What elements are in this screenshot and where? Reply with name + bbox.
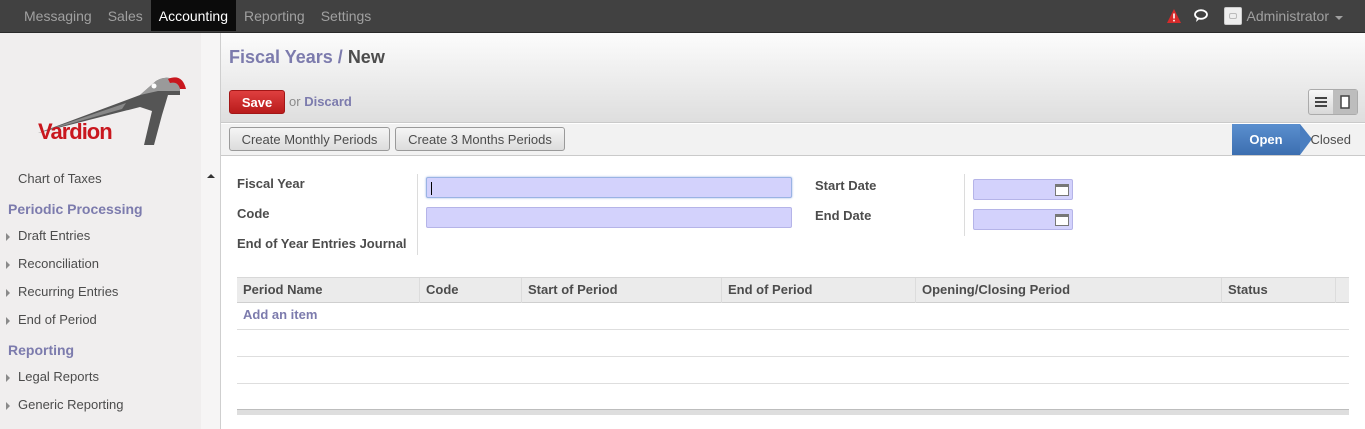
sidebar-item-end-of-period[interactable]: End of Period bbox=[6, 312, 97, 327]
sidebar-section-reporting: Reporting bbox=[8, 342, 75, 358]
sidebar-item-generic-reporting[interactable]: Generic Reporting bbox=[6, 397, 124, 412]
sidebar-item-legal-reports[interactable]: Legal Reports bbox=[6, 369, 99, 384]
calendar-icon[interactable] bbox=[1055, 214, 1069, 226]
caret-right-icon bbox=[6, 374, 10, 382]
caret-right-icon bbox=[6, 402, 10, 410]
create-3-months-periods-button[interactable]: Create 3 Months Periods bbox=[395, 127, 565, 151]
sidebar-item-label: Recurring Entries bbox=[18, 284, 119, 299]
field-separator bbox=[964, 174, 965, 236]
create-monthly-periods-button[interactable]: Create Monthly Periods bbox=[229, 127, 390, 151]
column-status[interactable]: Status bbox=[1221, 278, 1335, 303]
form-view-icon[interactable] bbox=[1333, 90, 1357, 114]
column-period-name[interactable]: Period Name bbox=[237, 278, 419, 303]
main-content: Fiscal Years / New Save or Discard Creat… bbox=[221, 33, 1365, 429]
discard-link[interactable]: Discard bbox=[304, 94, 352, 109]
list-view-icon[interactable] bbox=[1309, 90, 1333, 114]
menu-sales[interactable]: Sales bbox=[100, 0, 151, 31]
code-label: Code bbox=[237, 206, 270, 221]
scroll-up-icon[interactable] bbox=[207, 174, 215, 178]
caret-right-icon bbox=[6, 261, 10, 269]
table-row: Add an item bbox=[237, 303, 1349, 330]
caret-right-icon bbox=[6, 289, 10, 297]
sidebar-item-label: Reconciliation bbox=[18, 256, 99, 271]
sidebar-item-chart-of-taxes[interactable]: Chart of Taxes bbox=[18, 171, 102, 186]
breadcrumb: Fiscal Years / New bbox=[229, 47, 385, 68]
caret-right-icon bbox=[6, 317, 10, 325]
form-statusbar: Create Monthly Periods Create 3 Months P… bbox=[221, 124, 1365, 156]
end-date-label: End Date bbox=[815, 208, 872, 223]
column-actions bbox=[1335, 278, 1349, 303]
periods-table-header: Period Name Code Start of Period End of … bbox=[237, 277, 1349, 303]
caret-right-icon bbox=[6, 233, 10, 241]
end-date-field[interactable] bbox=[973, 209, 1073, 230]
alert-icon[interactable] bbox=[1166, 8, 1182, 24]
code-field[interactable] bbox=[426, 207, 792, 228]
chat-icon[interactable] bbox=[1193, 9, 1210, 23]
table-row bbox=[237, 330, 1349, 357]
sidebar-item-recurring-entries[interactable]: Recurring Entries bbox=[6, 284, 119, 299]
page-header: Fiscal Years / New Save or Discard bbox=[221, 33, 1365, 123]
sidebar: Vardion Chart of Taxes Periodic Processi… bbox=[0, 33, 221, 429]
view-switcher bbox=[1308, 89, 1358, 115]
sidebar-item-label: Draft Entries bbox=[18, 228, 91, 243]
top-navbar: Messaging Sales Accounting Reporting Set… bbox=[0, 0, 1365, 33]
main-menu: Messaging Sales Accounting Reporting Set… bbox=[16, 0, 379, 31]
start-date-label: Start Date bbox=[815, 178, 877, 193]
sidebar-item-label: Legal Reports bbox=[18, 369, 99, 384]
save-button[interactable]: Save bbox=[229, 90, 285, 114]
discard-group: or Discard bbox=[289, 94, 352, 109]
stage-closed[interactable]: Closed bbox=[1311, 124, 1351, 155]
or-text: or bbox=[289, 94, 301, 109]
table-row bbox=[237, 357, 1349, 384]
column-end-of-period[interactable]: End of Period bbox=[721, 278, 915, 303]
menu-reporting[interactable]: Reporting bbox=[236, 0, 313, 31]
chevron-down-icon[interactable] bbox=[1335, 15, 1343, 20]
breadcrumb-parent[interactable]: Fiscal Years bbox=[229, 47, 333, 67]
sidebar-section-periodic-processing: Periodic Processing bbox=[8, 201, 143, 217]
field-separator bbox=[417, 174, 418, 255]
calendar-icon[interactable] bbox=[1055, 184, 1069, 196]
breadcrumb-separator: / bbox=[337, 47, 343, 67]
sidebar-scrollbar[interactable] bbox=[201, 33, 220, 429]
menu-settings[interactable]: Settings bbox=[313, 0, 380, 31]
menu-accounting[interactable]: Accounting bbox=[150, 0, 237, 31]
fiscal-year-label: Fiscal Year bbox=[237, 176, 305, 191]
topbar-right: Administrator bbox=[1166, 0, 1343, 32]
text-cursor bbox=[431, 182, 432, 196]
sidebar-item-label: Generic Reporting bbox=[18, 397, 124, 412]
sidebar-item-reconciliation[interactable]: Reconciliation bbox=[6, 256, 99, 271]
table-footer bbox=[237, 409, 1349, 415]
sidebar-item-label: End of Period bbox=[18, 312, 97, 327]
menu-messaging[interactable]: Messaging bbox=[16, 0, 100, 31]
breadcrumb-current: New bbox=[347, 47, 385, 67]
fiscal-year-field[interactable] bbox=[426, 177, 792, 198]
avatar[interactable] bbox=[1223, 7, 1242, 25]
logo-text: Vardion bbox=[38, 119, 113, 144]
user-menu-name[interactable]: Administrator bbox=[1247, 8, 1329, 24]
end-journal-label: End of Year Entries Journal bbox=[237, 236, 407, 251]
column-start-of-period[interactable]: Start of Period bbox=[521, 278, 721, 303]
start-date-field[interactable] bbox=[973, 179, 1073, 200]
add-item-link[interactable]: Add an item bbox=[243, 307, 317, 322]
sidebar-item-draft-entries[interactable]: Draft Entries bbox=[6, 228, 91, 243]
stage-open[interactable]: Open bbox=[1232, 124, 1312, 155]
column-opening-closing-period[interactable]: Opening/Closing Period bbox=[915, 278, 1221, 303]
column-code[interactable]: Code bbox=[419, 278, 521, 303]
